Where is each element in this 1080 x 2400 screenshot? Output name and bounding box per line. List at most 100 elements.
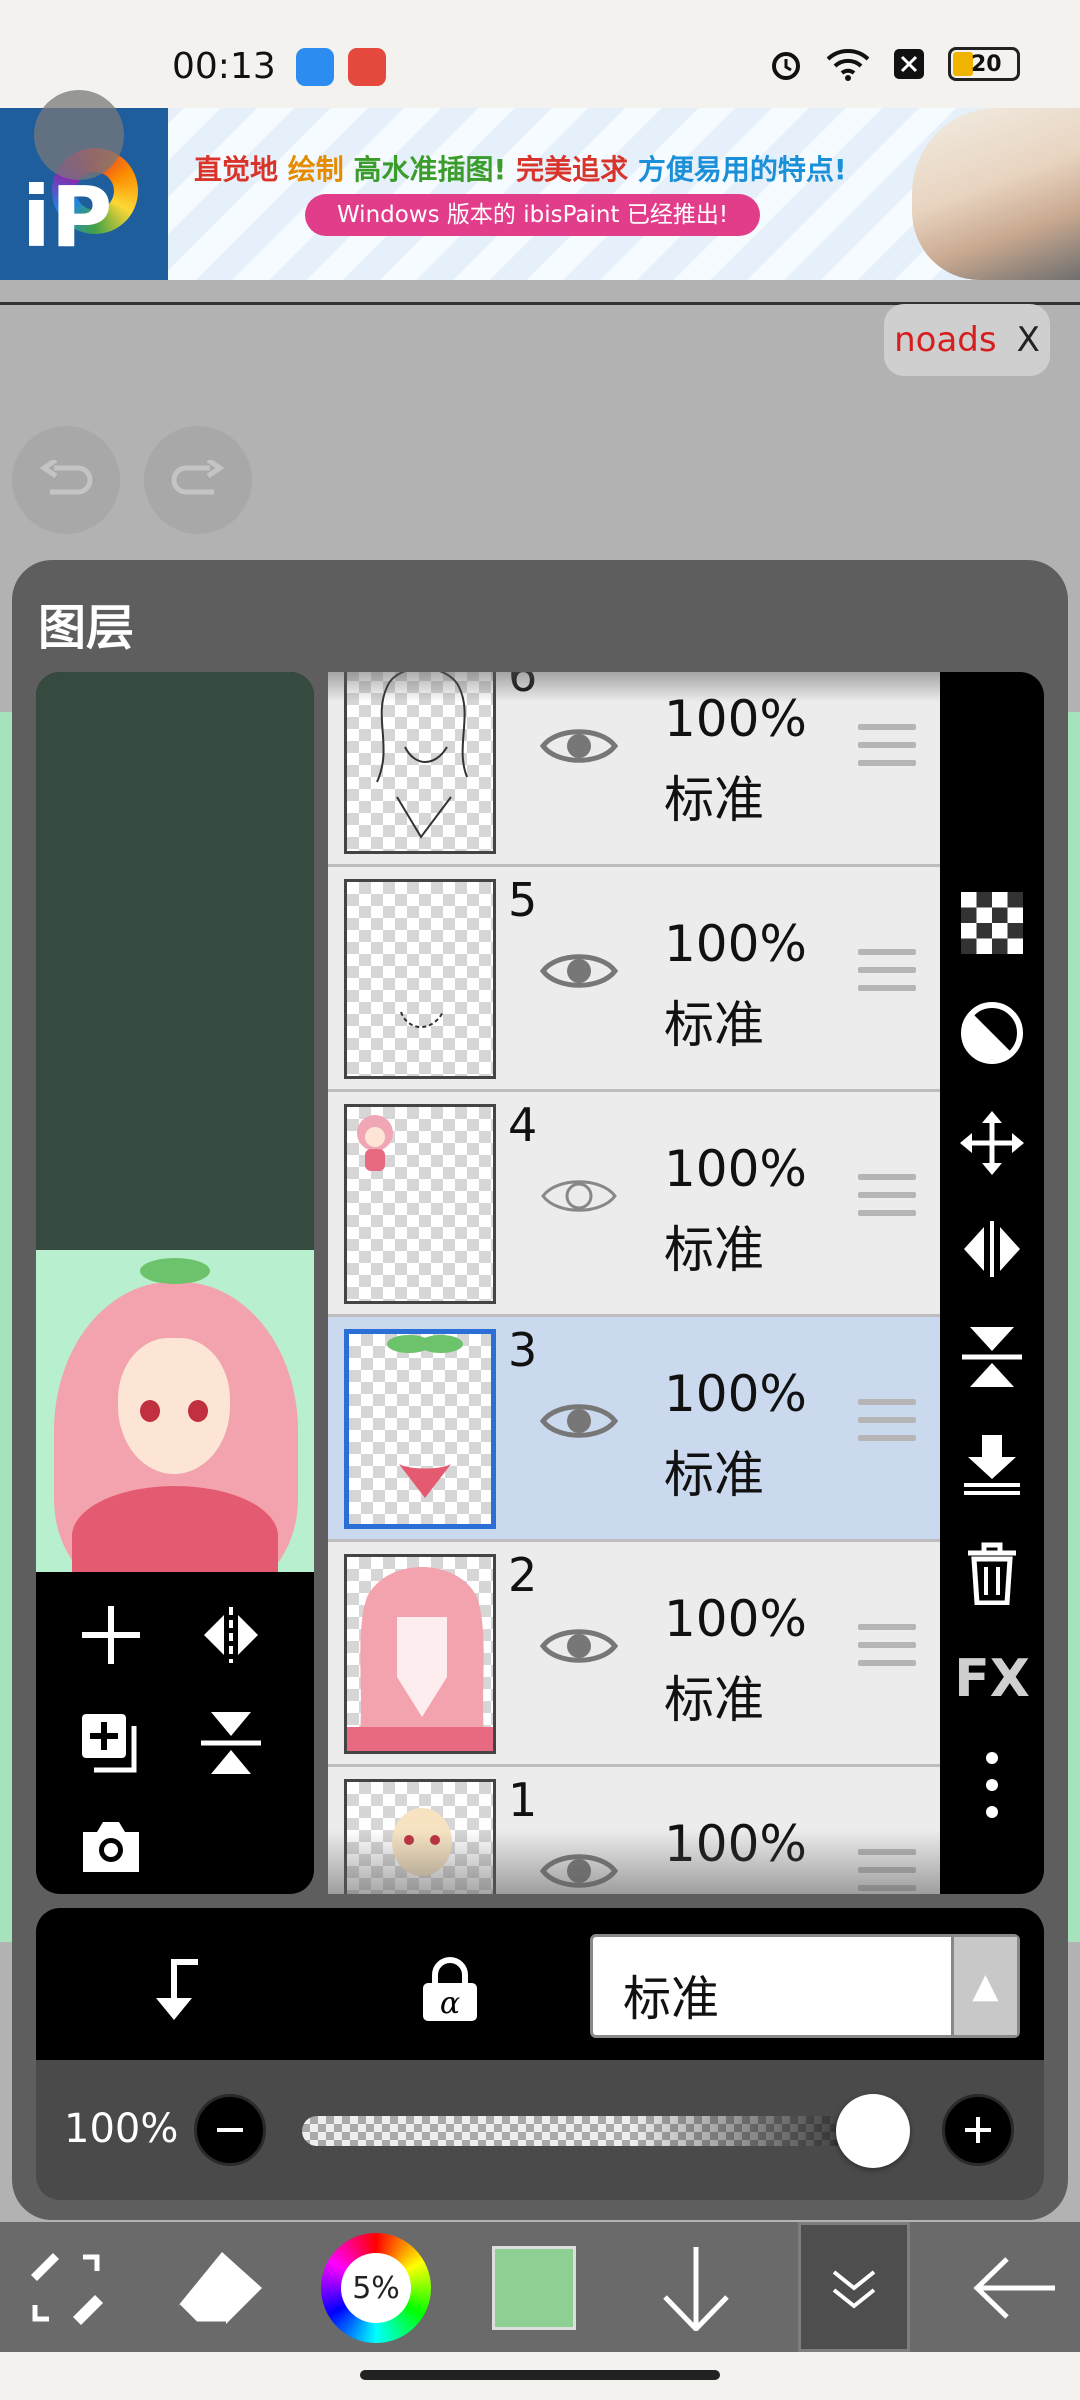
layer-row[interactable]: 2 100% 标准 [328,1542,940,1767]
collapse-panel-button[interactable] [794,2234,914,2342]
flip-horizontal-button[interactable] [940,1204,1044,1294]
color-wheel-button[interactable]: 5% [316,2233,436,2343]
noads-button[interactable]: noads X [884,304,1050,376]
layer-opacity: 100% [664,915,807,973]
ad-headline-part: 完美追求 [516,153,629,186]
navigator-view[interactable] [36,672,314,1250]
ad-character-image [912,108,1080,280]
layer-list[interactable]: 6 100% 标准 5 100% 标准 4 100% 标准 [328,672,940,1894]
eye-icon [539,729,619,763]
delete-layer-button[interactable] [940,1528,1044,1618]
clip-arrow-icon [156,1959,198,2020]
undo-button[interactable] [12,426,120,534]
add-layer-button[interactable] [66,1590,156,1680]
layer-thumbnail[interactable] [344,879,496,1079]
close-ad-icon[interactable]: X [1017,320,1040,360]
layer-row[interactable]: 4 100% 标准 [328,1092,940,1317]
layer-visibility-toggle[interactable] [520,921,638,1021]
redo-button[interactable] [144,426,252,534]
opacity-slider-thumb[interactable] [836,2094,910,2168]
layer-number: 3 [508,1323,538,1377]
ad-headline: 直觉地 绘制 高水准插图! 完美追求 方便易用的特点! [194,148,847,188]
redo-icon [171,460,225,495]
color-swatch [492,2246,576,2330]
duplicate-layer-button[interactable] [66,1698,156,1788]
list-scroll-fade-bottom [328,1830,940,1894]
contrast-button[interactable] [940,988,1044,1078]
home-indicator [0,2352,1080,2400]
layer-blend-mode: 标准 [664,1446,764,1504]
transparency-button[interactable] [940,878,1044,968]
trash-icon [968,1542,1016,1605]
layer-visibility-toggle[interactable] [520,696,638,796]
layer-row[interactable]: 5 100% 标准 [328,867,940,1092]
fx-button[interactable]: FX [940,1634,1044,1724]
color-percent: 5% [341,2253,411,2323]
more-options-button[interactable] [940,1740,1044,1830]
eraser-icon [176,2252,262,2327]
canvas-thumbnail[interactable] [36,1250,314,1572]
drag-handle-icon[interactable] [858,949,916,995]
bow-and-collar-preview [387,1335,463,1498]
thumbnail-eye [140,1400,160,1422]
chibi-preview [357,1115,393,1171]
layer-visibility-toggle[interactable] [520,1146,638,1246]
flip-vertical-button[interactable] [940,1312,1044,1402]
layer-number: 5 [508,873,538,927]
flip-layer-horizontal-button[interactable] [186,1590,276,1680]
ad-headline-part: 直觉地 [194,153,279,186]
screen-off-icon [894,49,924,79]
current-color-button[interactable] [474,2234,594,2342]
ad-banner[interactable]: iP 直觉地 绘制 高水准插图! 完美追求 方便易用的特点! Windows 版… [0,90,1080,280]
blend-mode-select[interactable]: 标准 ▲ [590,1934,1020,2038]
camera-import-button[interactable] [66,1802,156,1892]
battery-level: 20 [971,51,1002,77]
layers-panel-title: 图层 [38,600,135,656]
transparency-icon [961,892,1023,954]
drag-handle-icon[interactable] [858,1624,916,1670]
layer-down-button[interactable] [636,2234,756,2342]
move-layer-button[interactable] [940,1098,1044,1188]
flip-vertical-icon [201,1712,261,1774]
add-layer-icon [82,1606,140,1664]
eye-hidden-icon [541,1180,617,1212]
dropdown-arrow-icon[interactable]: ▲ [951,1937,1017,2035]
list-scroll-fade-top [328,672,940,702]
eraser-button[interactable] [160,2234,280,2342]
opacity-decrease-button[interactable] [194,2094,266,2166]
canvas-preview-column [36,672,314,1894]
status-bar: 00:13 20 [0,0,1080,108]
drag-handle-icon[interactable] [858,724,916,770]
layer-blend-mode: 标准 [664,996,764,1054]
flip-layer-vertical-button[interactable] [186,1698,276,1788]
flip-vertical-icon [962,1327,1022,1387]
layer-thumbnail[interactable] [344,1329,496,1529]
back-arrow-icon [973,2257,1055,2319]
thumbnail-face [118,1338,230,1474]
ad-headline-part: 方便易用的特点! [637,153,847,186]
layer-row-selected[interactable]: 3 100% 标准 [328,1317,940,1542]
brush-tools-icon [31,2253,103,2325]
opacity-slider[interactable] [302,2116,900,2146]
back-button[interactable] [954,2234,1074,2342]
drag-handle-icon[interactable] [858,1399,916,1445]
contrast-icon [961,1002,1023,1064]
more-icon [986,1752,998,1818]
mouth-sketch-preview [400,1011,444,1028]
drag-handle-icon[interactable] [858,1174,916,1220]
camera-icon [83,1822,139,1872]
tool-selector-button[interactable] [6,2234,126,2342]
plus-icon [965,2117,991,2143]
merge-down-button[interactable] [940,1420,1044,1510]
alpha-lock-button[interactable]: α [402,1942,498,2038]
layer-visibility-toggle[interactable] [520,1371,638,1471]
noads-label: noads [894,320,997,360]
thumbnail-eye [188,1400,208,1422]
layer-thumbnail[interactable] [344,1104,496,1304]
opacity-increase-button[interactable] [942,2094,1014,2166]
layer-visibility-toggle[interactable] [520,1596,638,1696]
status-time: 00:13 [172,46,276,87]
layer-thumbnail[interactable] [344,1554,496,1754]
clipping-button[interactable] [126,1942,222,2038]
color-wheel: 5% [321,2233,431,2343]
